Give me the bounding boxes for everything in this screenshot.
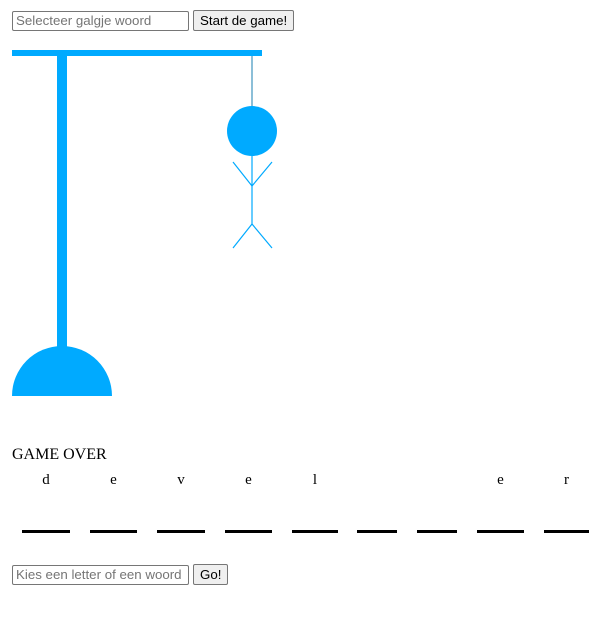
slot-dash xyxy=(477,530,524,533)
slot-dash xyxy=(544,530,589,533)
go-button[interactable]: Go! xyxy=(193,564,229,585)
slot-dash xyxy=(357,530,397,533)
guess-form: Go! xyxy=(12,564,229,585)
gallows-post xyxy=(57,52,67,352)
slot-letter: e xyxy=(110,472,117,488)
slot-letter: d xyxy=(42,472,50,488)
hangman-head xyxy=(227,106,277,156)
slot-letter: e xyxy=(497,472,504,488)
slot-dash xyxy=(90,530,137,533)
hangman-right-arm xyxy=(251,161,273,187)
slot-dash xyxy=(22,530,70,533)
hangman-left-leg xyxy=(232,223,253,249)
slot-dash xyxy=(157,530,205,533)
word-slot: e xyxy=(225,470,272,536)
slot-letter: e xyxy=(245,472,252,488)
slot-dash xyxy=(225,530,272,533)
slot-dash xyxy=(417,530,457,533)
slot-dash xyxy=(292,530,338,533)
word-slot: e xyxy=(477,470,524,536)
gallows-beam xyxy=(12,50,262,56)
gallows-drawing xyxy=(12,50,277,396)
slot-letter: r xyxy=(564,472,569,488)
word-slot: d xyxy=(22,470,70,536)
word-slot: r xyxy=(544,470,589,536)
word-slot: l xyxy=(292,470,338,536)
slot-letter: l xyxy=(312,472,318,488)
word-slot: e xyxy=(90,470,137,536)
game-status: GAME OVER xyxy=(12,446,107,463)
word-slot: v xyxy=(157,470,205,536)
slot-letter: v xyxy=(177,472,185,488)
word-slot xyxy=(357,470,397,536)
gallows-base xyxy=(12,346,112,396)
hangman-left-arm xyxy=(232,161,253,187)
word-slot xyxy=(417,470,457,536)
guess-input[interactable] xyxy=(12,564,189,585)
hangman-right-leg xyxy=(251,223,273,249)
